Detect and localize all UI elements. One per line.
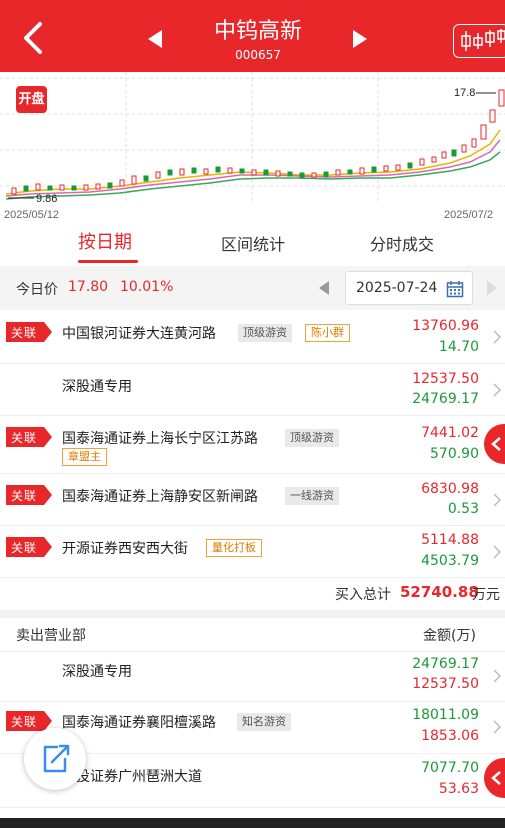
share-icon bbox=[43, 744, 70, 773]
chart-high-label: 17.8 bbox=[454, 87, 475, 99]
share-button[interactable] bbox=[24, 728, 86, 790]
buy-amount: 13760.96 bbox=[412, 318, 479, 334]
date-next-icon[interactable] bbox=[486, 280, 498, 296]
buy-amount: 53.63 bbox=[438, 781, 479, 797]
sell-amount: 24769.17 bbox=[412, 391, 479, 407]
buy-total-row: 买入总计 52740.88 万元 bbox=[0, 578, 505, 610]
buy-total-unit: 万元 bbox=[472, 587, 500, 603]
date-picker[interactable]: 2025-07-24 bbox=[345, 271, 473, 305]
buy-row[interactable]: 关联 中国银河证券大连黄河路 顶级游资 陈小群 13760.96 14.70 bbox=[0, 310, 505, 364]
buy-amount: 5114.88 bbox=[421, 532, 479, 548]
related-tag-text: 关联 bbox=[11, 541, 38, 555]
section-divider bbox=[0, 610, 505, 618]
chevron-right-icon bbox=[493, 330, 502, 344]
page: 中钨高新 000657 17.8 9.86 2025/05/12 2025/07… bbox=[0, 0, 505, 828]
trader-badge: 一线游资 bbox=[285, 487, 339, 505]
broker-name: 国泰海通证券上海长宁区江苏路 bbox=[62, 431, 258, 447]
buy-amount: 1853.06 bbox=[421, 728, 479, 744]
tab-intraday-trades[interactable]: 分时成交 bbox=[370, 234, 434, 256]
buy-amount: 12537.50 bbox=[412, 371, 479, 387]
sell-section-title: 卖出营业部 bbox=[16, 628, 86, 644]
buy-amount: 6830.98 bbox=[421, 481, 479, 497]
side-collapse-icon bbox=[491, 437, 501, 451]
stock-code: 000657 bbox=[235, 48, 281, 62]
related-tag-text: 关联 bbox=[11, 489, 38, 503]
chart-start-date: 2025/05/12 bbox=[4, 209, 59, 221]
kline-icon bbox=[461, 29, 505, 51]
prev-stock-icon[interactable] bbox=[146, 28, 164, 50]
trader-name-badge: 量化打板 bbox=[206, 539, 262, 557]
sell-amount: 0.53 bbox=[447, 501, 479, 517]
sell-row[interactable]: 深股通专用 24769.17 12537.50 bbox=[0, 652, 505, 702]
buy-total-label: 买入总计 bbox=[335, 587, 391, 603]
sell-amount: 18011.09 bbox=[412, 707, 479, 723]
side-collapse-icon bbox=[491, 771, 501, 785]
buy-row[interactable]: 关联 开源证券西安西大街 量化打板 5114.88 4503.79 bbox=[0, 526, 505, 578]
sell-amount: 24769.17 bbox=[412, 656, 479, 672]
side-collapse-button[interactable] bbox=[484, 758, 505, 798]
date-prev-icon[interactable] bbox=[318, 280, 330, 296]
side-collapse-button[interactable] bbox=[484, 424, 505, 464]
chart-end-date: 2025/07/2 bbox=[444, 209, 493, 221]
sell-amount: 570.90 bbox=[430, 446, 479, 462]
chart-low-label: 9.86 bbox=[36, 193, 57, 205]
sell-header: 卖出营业部 金额(万) bbox=[0, 618, 505, 652]
tab-range-stats[interactable]: 区间统计 bbox=[221, 234, 285, 256]
buy-amount: 12537.50 bbox=[412, 676, 479, 692]
today-change-pct: 10.01% bbox=[120, 279, 174, 295]
broker-name: 中国银河证券大连黄河路 bbox=[62, 326, 216, 342]
price-row: 今日价 17.80 10.01% 2025-07-24 bbox=[0, 266, 505, 310]
chevron-right-icon bbox=[493, 545, 502, 559]
trader-name-badge: 章盟主 bbox=[62, 448, 107, 466]
tab-bar: 按日期 区间统计 分时成交 bbox=[0, 224, 505, 266]
related-tag-text: 关联 bbox=[11, 326, 38, 340]
trader-badge: 知名游资 bbox=[237, 713, 291, 731]
calendar-icon bbox=[446, 281, 464, 298]
buy-total-value: 52740.88 bbox=[400, 583, 479, 601]
trader-name-badge: 陈小群 bbox=[305, 324, 350, 342]
chevron-right-icon bbox=[493, 720, 502, 734]
tab-underline bbox=[78, 260, 138, 263]
buy-row[interactable]: 深股通专用 12537.50 24769.17 bbox=[0, 364, 505, 416]
chevron-right-icon bbox=[493, 493, 502, 507]
chevron-right-icon bbox=[493, 669, 502, 683]
open-badge[interactable]: 开盘 bbox=[16, 86, 47, 113]
kline-chart[interactable]: 17.8 9.86 2025/05/12 2025/07/2 bbox=[0, 72, 505, 224]
buy-row[interactable]: 关联 国泰海通证券上海静安区新闸路 一线游资 6830.98 0.53 bbox=[0, 474, 505, 526]
kline-button[interactable] bbox=[453, 24, 505, 58]
broker-name: 深股通专用 bbox=[62, 664, 132, 680]
related-tag-text: 关联 bbox=[11, 431, 38, 445]
amount-column-header: 金额(万) bbox=[423, 628, 476, 644]
broker-name: 开源证券西安西大街 bbox=[62, 541, 188, 557]
broker-name: 国泰海通证券上海静安区新闸路 bbox=[62, 489, 258, 505]
buy-amount: 7441.02 bbox=[421, 425, 479, 441]
ma-line-yellow bbox=[5, 129, 501, 195]
chart-grid bbox=[0, 72, 505, 204]
buy-row[interactable]: 关联 国泰海通证券上海长宁区江苏路 顶级游资 章盟主 7441.02 570.9… bbox=[0, 416, 505, 474]
header-bar: 中钨高新 000657 bbox=[0, 0, 505, 72]
stock-name: 中钨高新 bbox=[213, 19, 302, 44]
today-price-label: 今日价 bbox=[16, 282, 58, 298]
sell-amount: 14.70 bbox=[438, 339, 479, 355]
tab-by-date[interactable]: 按日期 bbox=[78, 232, 132, 254]
sell-amount: 7077.70 bbox=[421, 760, 479, 776]
trader-badge: 顶级游资 bbox=[285, 429, 339, 447]
date-value: 2025-07-24 bbox=[356, 280, 438, 296]
sell-amount: 4503.79 bbox=[421, 553, 479, 569]
chevron-right-icon bbox=[493, 383, 502, 397]
broker-name: 深股通专用 bbox=[62, 379, 132, 395]
bottom-nav-bar bbox=[0, 818, 505, 828]
today-price-value: 17.80 bbox=[68, 279, 109, 295]
trader-badge: 顶级游资 bbox=[238, 324, 292, 342]
back-icon[interactable] bbox=[18, 20, 48, 56]
next-stock-icon[interactable] bbox=[351, 28, 369, 50]
